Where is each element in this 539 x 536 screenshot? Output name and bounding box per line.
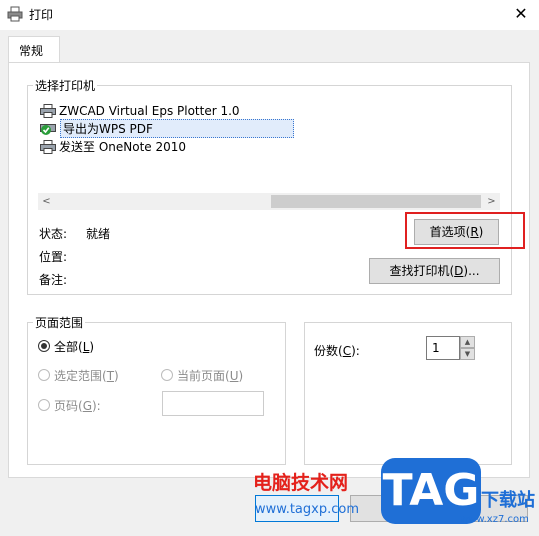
tab-general-label: 常规 — [19, 44, 44, 58]
radio-current-page[interactable]: 当前页面(U) — [161, 367, 271, 383]
radio-button[interactable] — [161, 369, 173, 381]
printer-icon — [7, 6, 23, 22]
copies-label: 份数(C): — [314, 344, 360, 358]
status-value: 就绪 — [86, 227, 111, 241]
radio-button[interactable] — [38, 340, 50, 352]
scroll-thumb[interactable] — [271, 195, 481, 208]
radio-button[interactable] — [38, 399, 50, 411]
page-range-label: 页面范围 — [33, 314, 86, 331]
comment-label: 备注: — [39, 273, 68, 287]
radio-all-label: 全部(L) — [54, 340, 95, 354]
radio-selection-label: 选定范围(T) — [54, 369, 119, 383]
location-label: 位置: — [39, 250, 68, 264]
printer-group-label: 选择打印机 — [33, 77, 98, 94]
pages-input[interactable] — [162, 391, 264, 416]
chevron-up-icon: ▲ — [464, 338, 471, 346]
watermark-site2: 下载站 — [481, 490, 535, 511]
printer-name: ZWCAD Virtual Eps Plotter 1.0 — [59, 103, 240, 118]
radio-current-page-label: 当前页面(U) — [177, 369, 244, 383]
title-bar: 打印 ✕ — [0, 0, 539, 30]
printer-name: 发送至 OneNote 2010 — [59, 140, 187, 154]
horizontal-scrollbar[interactable]: < > — [38, 193, 500, 210]
printer-item-wps-pdf[interactable]: 导出为WPS PDF — [40, 119, 294, 138]
copies-value: 1 — [432, 341, 440, 355]
tab-general[interactable]: 常规 — [8, 36, 60, 63]
chevron-down-icon: ▼ — [464, 350, 471, 358]
printer-icon — [40, 103, 56, 118]
scroll-right-icon[interactable]: > — [483, 193, 500, 210]
copies-up-button[interactable]: ▲ — [460, 336, 475, 348]
highlight-box — [405, 212, 525, 249]
find-printer-button[interactable]: 查找打印机(D)... — [369, 258, 500, 284]
window-title: 打印 — [29, 8, 54, 22]
scroll-left-icon[interactable]: < — [38, 193, 55, 210]
radio-all[interactable]: 全部(L) — [38, 338, 118, 354]
radio-selection[interactable]: 选定范围(T) — [38, 367, 138, 383]
printer-item-onenote[interactable]: 发送至 OneNote 2010 — [40, 138, 188, 155]
radio-pages[interactable]: 页码(G): — [38, 397, 138, 413]
radio-pages-label: 页码(G): — [54, 399, 101, 413]
copies-input[interactable]: 1 — [426, 336, 460, 360]
watermark-url: www.tagxp.com — [255, 502, 359, 517]
status-label: 状态: — [39, 227, 68, 241]
copies-down-button[interactable]: ▼ — [460, 348, 475, 360]
watermark-site2-url: www.xz7.com — [460, 514, 529, 525]
radio-button[interactable] — [38, 369, 50, 381]
printer-icon — [40, 139, 56, 154]
watermark-site-name: 电脑技术网 — [253, 472, 349, 494]
printer-item-zwcad[interactable]: ZWCAD Virtual Eps Plotter 1.0 — [40, 102, 242, 119]
default-printer-check-icon — [40, 123, 56, 135]
printer-name: 导出为WPS PDF — [60, 119, 294, 138]
close-icon[interactable]: ✕ — [508, 2, 534, 26]
